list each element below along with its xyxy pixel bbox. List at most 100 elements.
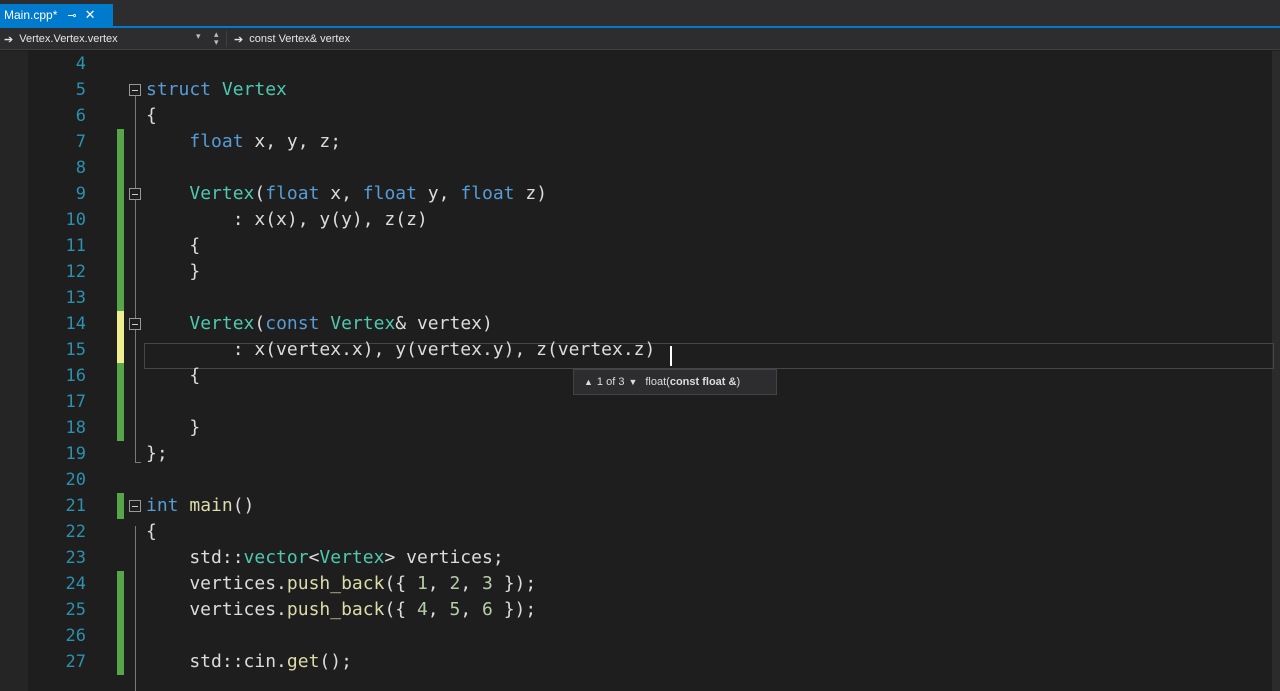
code-text: Vertex(const Vertex& vertex) (189, 313, 493, 334)
saved-change-marker (117, 285, 124, 311)
line-number: 25 (65, 600, 86, 620)
code-line: 12 } (0, 259, 1272, 285)
code-text: { (146, 521, 157, 542)
code-line: 25 vertices.push_back({ 4, 5, 6 }); (0, 597, 1272, 623)
code-text: std::cin.get(); (146, 651, 352, 672)
line-number: 15 (65, 340, 86, 360)
code-line: 23 std::vector<Vertex> vertices; (0, 545, 1272, 571)
navbar-divider (226, 31, 227, 47)
line-number: 14 (65, 314, 86, 334)
line-number: 5 (75, 80, 86, 100)
saved-change-marker (117, 155, 124, 181)
line-number: 16 (65, 366, 86, 386)
saved-change-marker (117, 415, 124, 441)
line-number: 22 (65, 522, 86, 542)
code-text: int main() (146, 495, 255, 516)
line-number: 26 (65, 626, 86, 646)
line-number: 6 (75, 106, 86, 126)
signature-help-tooltip: ▲ 1 of 3 ▼ float(const float &) (573, 369, 777, 395)
code-line-current[interactable]: 15 : x(vertex.x), y(vertex.y), z(vertex.… (0, 337, 1272, 363)
code-line: 21 int main() (0, 493, 1272, 519)
scope-label: Vertex.Vertex.vertex (19, 33, 118, 45)
code-text: std::vector<Vertex> vertices; (146, 547, 504, 568)
collapse-icon[interactable] (129, 188, 141, 200)
arrow-right-icon: ➔ (4, 33, 14, 46)
saved-change-marker (117, 207, 124, 233)
saved-change-marker (117, 623, 124, 649)
code-line: 7 float x, y, z; (0, 129, 1272, 155)
line-number: 20 (65, 470, 86, 490)
arrow-right-icon: ➔ (234, 33, 244, 46)
navigation-bar: ➔ Vertex.Vertex.vertex ▾ ▴ ▾ ➔ const Vert… (0, 28, 1280, 50)
code-text: vertices.push_back({ 4, 5, 6 }); (146, 599, 537, 620)
close-icon[interactable]: ✕ (85, 7, 96, 23)
saved-change-marker (117, 181, 124, 207)
unsaved-change-marker (117, 311, 124, 337)
line-number: 21 (65, 496, 86, 516)
code-line: 20 (0, 467, 1272, 493)
scope-dropdown[interactable]: ➔ Vertex.Vertex.vertex ▾ ▴ ▾ (4, 30, 225, 47)
overload-count: 1 of 3 (596, 376, 625, 388)
line-number: 13 (65, 288, 86, 308)
code-text: } (146, 261, 201, 282)
line-number: 10 (65, 210, 86, 230)
saved-change-marker (117, 571, 124, 597)
signature-current-param: const float & (669, 376, 737, 388)
code-line: 10 : x(x), y(y), z(z) (0, 207, 1272, 233)
pin-icon[interactable]: ⊸ (67, 9, 76, 22)
line-number: 12 (65, 262, 86, 282)
document-tab-strip: Main.cpp* ⊸ ✕ (0, 0, 1280, 28)
code-line: 24 vertices.push_back({ 1, 2, 3 }); (0, 571, 1272, 597)
collapse-icon[interactable] (129, 500, 141, 512)
signature-prefix: float( (645, 376, 670, 388)
chevron-down-icon[interactable]: ▾ (196, 31, 201, 42)
tab-main-cpp[interactable]: Main.cpp* ⊸ ✕ (0, 4, 113, 26)
line-number: 27 (65, 652, 86, 672)
code-text: }; (146, 443, 168, 464)
code-line: 4 (0, 51, 1272, 77)
saved-change-marker (117, 129, 124, 155)
code-text: vertices.push_back({ 1, 2, 3 }); (146, 573, 537, 594)
member-label: const Vertex& vertex (249, 33, 351, 45)
code-text: float x, y, z; (189, 131, 342, 152)
code-line: 11 { (0, 233, 1272, 259)
line-number: 24 (65, 574, 86, 594)
line-number: 9 (75, 184, 86, 204)
collapse-icon[interactable] (129, 84, 141, 96)
code-text: struct Vertex (146, 79, 287, 100)
line-number: 17 (65, 392, 86, 412)
code-line: 27 std::cin.get(); (0, 649, 1272, 675)
text-caret (670, 346, 672, 366)
tab-title: Main.cpp* (4, 8, 58, 22)
code-line: 22 { (0, 519, 1272, 545)
line-number: 19 (65, 444, 86, 464)
line-number: 18 (65, 418, 86, 438)
signature-suffix: ) (736, 376, 741, 388)
line-number: 7 (75, 132, 86, 152)
collapse-icon[interactable] (129, 318, 141, 330)
saved-change-marker (117, 597, 124, 623)
split-spinner-icon[interactable]: ▴ ▾ (214, 30, 219, 47)
previous-overload-icon[interactable]: ▲ (584, 377, 593, 387)
code-line: 14 Vertex(const Vertex& vertex) (0, 311, 1272, 337)
code-text: { (146, 105, 157, 126)
code-line: 18 } (0, 415, 1272, 441)
vertical-scrollbar[interactable] (1272, 51, 1280, 691)
next-overload-icon[interactable]: ▼ (628, 377, 637, 387)
code-text: { (146, 365, 201, 386)
saved-change-marker (117, 363, 124, 389)
member-dropdown[interactable]: ➔ const Vertex& vertex (234, 31, 350, 47)
code-line: 5 struct Vertex (0, 77, 1272, 103)
line-number: 8 (75, 158, 86, 178)
code-line: 13 (0, 285, 1272, 311)
unsaved-change-marker (117, 337, 124, 363)
saved-change-marker (117, 389, 124, 415)
saved-change-marker (117, 493, 124, 519)
saved-change-marker (117, 233, 124, 259)
code-line: 9 Vertex(float x, float y, float z) (0, 181, 1272, 207)
code-line: 19 }; (0, 441, 1272, 467)
code-text: : x(x), y(y), z(z) (146, 209, 428, 230)
code-text: Vertex(float x, float y, float z) (189, 183, 548, 204)
saved-change-marker (117, 649, 124, 675)
line-number: 23 (65, 548, 86, 568)
